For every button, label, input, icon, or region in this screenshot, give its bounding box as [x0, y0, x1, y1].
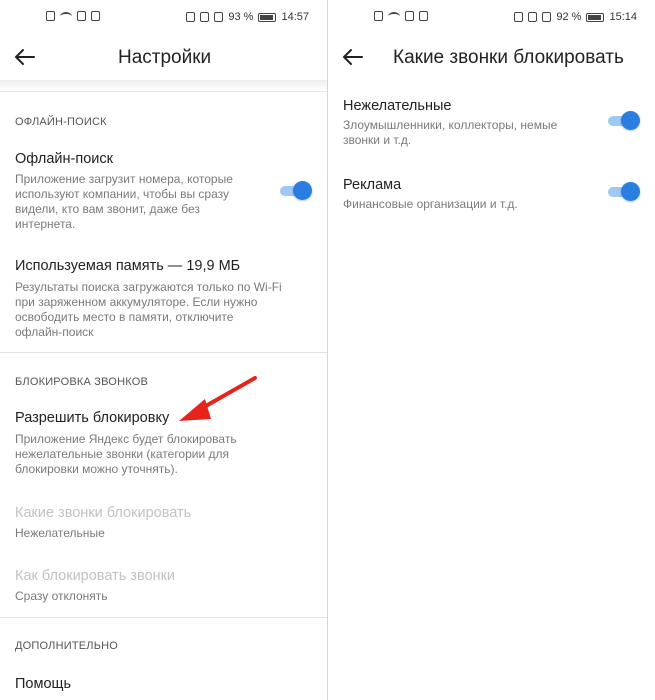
battery-icon	[258, 12, 277, 22]
nfc-icon	[514, 12, 524, 22]
appbar-shadow	[0, 80, 327, 92]
wifi-icon	[60, 11, 72, 21]
desc-line: Результаты поиска загружаются только по …	[15, 280, 282, 294]
desc-line: офлайн-поиск	[15, 325, 94, 339]
memory-used-description: Результаты поиска загружаются только по …	[15, 280, 320, 340]
unwanted-calls-title[interactable]: Нежелательные	[343, 98, 451, 114]
tiktok-icon	[419, 11, 428, 21]
battery-percent: 93 %	[228, 11, 254, 23]
app-bar: Настройки	[0, 36, 327, 80]
unwanted-calls-toggle[interactable]	[608, 111, 640, 131]
desc-line: видели, кто вам звонит, даже без	[15, 202, 200, 216]
block-categories-screen: 92 % 15:14 Какие звонки блокировать Неже…	[328, 0, 655, 700]
desc-line: используют компании, чтобы вы сразу	[15, 187, 230, 201]
battery-percent: 92 %	[556, 11, 582, 23]
allow-blocking-title[interactable]: Разрешить блокировку	[15, 410, 169, 426]
desc-line: нежелательные звонки (категории для	[15, 447, 230, 461]
sim-icon	[46, 11, 55, 21]
nfc-icon	[186, 12, 196, 22]
status-bar: 93 % 14:57	[0, 0, 327, 36]
allow-blocking-description: Приложение Яндекс будет блокировать неже…	[15, 432, 305, 477]
desc-line: Финансовые организации и т.д.	[343, 197, 518, 211]
help-item[interactable]: Помощь	[15, 676, 71, 692]
bluetooth-icon	[542, 12, 552, 22]
ads-calls-title[interactable]: Реклама	[343, 177, 401, 193]
memory-used-title[interactable]: Используемая память — 19,9 МБ	[15, 258, 240, 274]
vibrate-icon	[528, 12, 538, 22]
wifi-icon	[388, 11, 400, 21]
back-arrow-icon[interactable]	[12, 44, 38, 70]
page-title: Настройки	[118, 47, 212, 68]
status-icons-right: 93 % 14:57	[186, 11, 309, 23]
offline-search-title[interactable]: Офлайн-поиск	[15, 151, 113, 167]
battery-icon	[586, 12, 605, 22]
desc-line: блокировки можно уточнять).	[15, 462, 178, 476]
tiktok-icon	[91, 11, 100, 21]
vibrate-icon	[200, 12, 210, 22]
desc-line: освободить место в памяти, отключите	[15, 310, 234, 324]
offline-search-toggle[interactable]	[280, 181, 312, 201]
back-arrow-icon[interactable]	[340, 44, 366, 70]
divider	[0, 617, 327, 618]
app-bar: Какие звонки блокировать	[328, 36, 655, 80]
clock: 14:57	[281, 11, 309, 23]
desc-line: Приложение загрузит номера, которые	[15, 172, 233, 186]
section-header-extra: ДОПОЛНИТЕЛЬНО	[15, 640, 119, 652]
status-icons-left	[374, 11, 428, 21]
settings-screen: 93 % 14:57 Настройки ОФЛАЙН-ПОИСК Офлайн…	[0, 0, 327, 700]
status-bar: 92 % 15:14	[328, 0, 655, 36]
sim-icon	[374, 11, 383, 21]
desc-line: Злоумышленники, коллекторы, немые	[343, 118, 558, 132]
status-icons-left	[46, 11, 100, 21]
toggle-thumb	[621, 111, 640, 130]
which-calls-value: Нежелательные	[15, 526, 105, 540]
notification-icon	[405, 11, 414, 21]
which-calls-title[interactable]: Какие звонки блокировать	[15, 505, 191, 521]
bluetooth-icon	[214, 12, 224, 22]
red-arrow-annotation	[179, 376, 257, 421]
how-to-block-value: Сразу отклонять	[15, 589, 108, 603]
ads-calls-description: Финансовые организации и т.д.	[343, 197, 593, 212]
divider	[0, 352, 327, 353]
toggle-thumb	[621, 182, 640, 201]
status-icons-right: 92 % 15:14	[514, 11, 637, 23]
how-to-block-title[interactable]: Как блокировать звонки	[15, 568, 175, 584]
toggle-thumb	[293, 181, 312, 200]
desc-line: Приложение Яндекс будет блокировать	[15, 432, 237, 446]
desc-line: при заряженном аккумуляторе. Если нужно	[15, 295, 258, 309]
desc-line: звонки и т.д.	[343, 133, 412, 147]
section-header-blocking: БЛОКИРОВКА ЗВОНКОВ	[15, 376, 148, 388]
clock: 15:14	[609, 11, 637, 23]
ads-calls-toggle[interactable]	[608, 182, 640, 202]
page-title: Какие звонки блокировать	[393, 47, 624, 68]
notification-icon	[77, 11, 86, 21]
unwanted-calls-description: Злоумышленники, коллекторы, немые звонки…	[343, 118, 593, 148]
desc-line: интернета.	[15, 217, 76, 231]
section-header-offline: ОФЛАЙН-ПОИСК	[15, 116, 107, 128]
offline-search-description: Приложение загрузит номера, которые испо…	[15, 172, 275, 232]
